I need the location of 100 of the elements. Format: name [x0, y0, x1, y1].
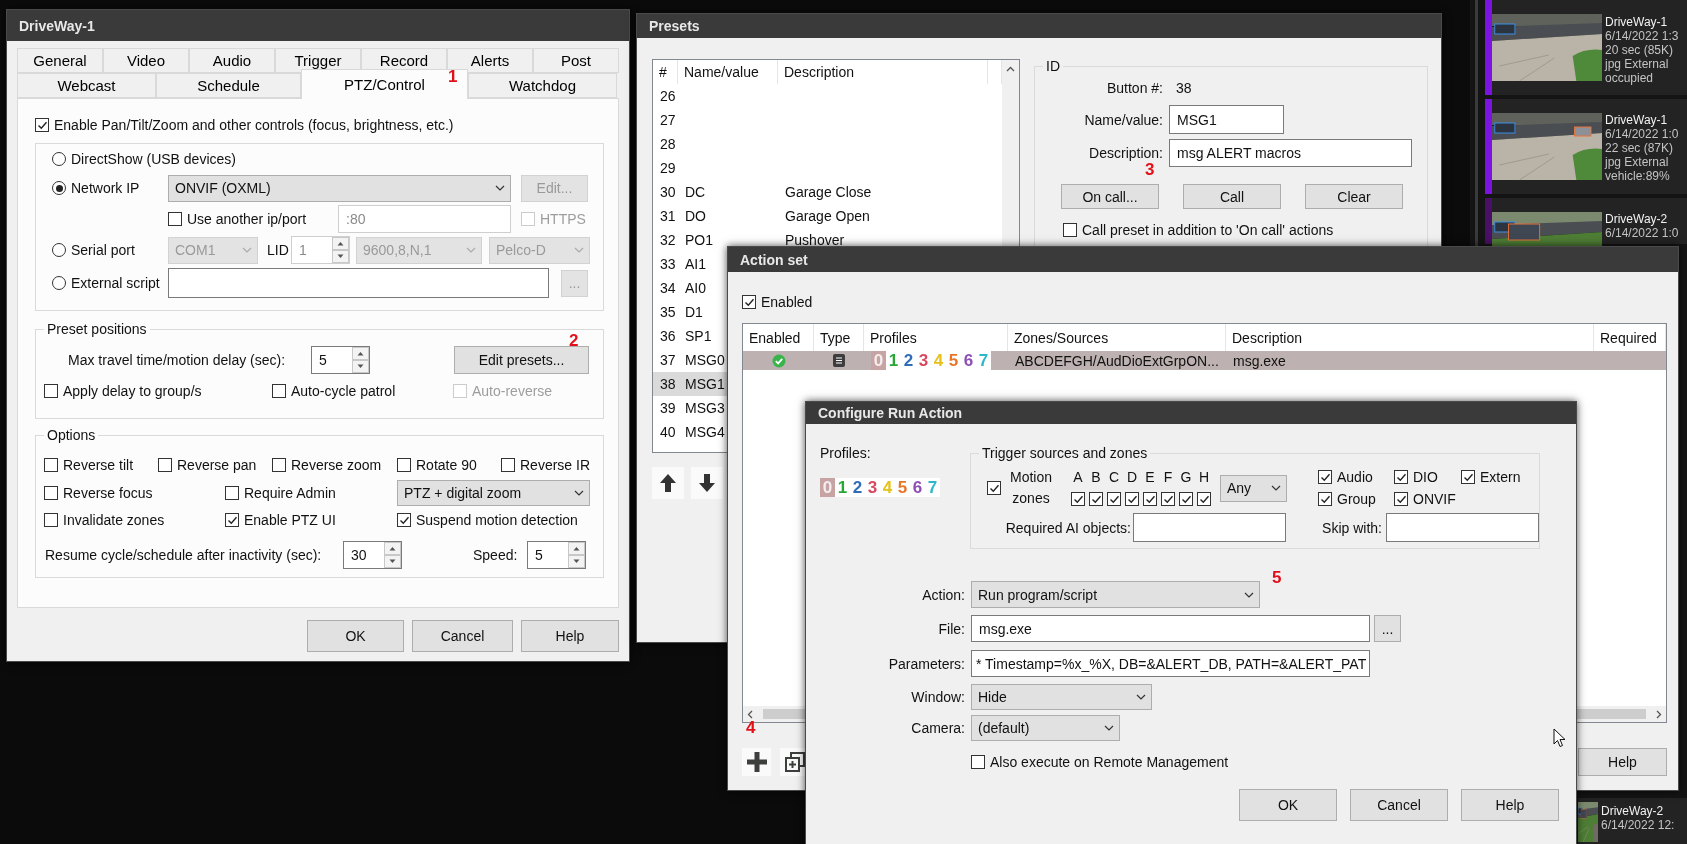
column-header[interactable]: # — [659, 64, 667, 80]
clip-item[interactable]: DriveWay-1 6/14/2022 1:0 22 sec (87K) jpg External vehicle:89% — [1485, 99, 1687, 194]
column-header[interactable]: Enabled — [749, 329, 801, 346]
column-header[interactable]: Type — [820, 329, 851, 346]
option-checkbox[interactable]: Enable PTZ UI — [225, 512, 336, 528]
column-header[interactable]: Description — [1232, 329, 1303, 346]
zone-checkbox[interactable] — [1197, 492, 1211, 506]
source-checkbox[interactable]: Group — [1318, 491, 1376, 507]
directshow-radio[interactable]: DirectShow (USB devices) — [52, 151, 236, 167]
option-checkbox[interactable]: Reverse zoom — [272, 457, 382, 473]
annotation-number: 3 — [1145, 161, 1155, 179]
zone-checkbox[interactable] — [1125, 492, 1139, 506]
dialog-button[interactable]: Help — [1461, 789, 1559, 821]
zone-checkbox[interactable] — [1071, 492, 1085, 506]
dialog-button[interactable]: Cancel — [412, 620, 513, 652]
description-field[interactable]: msg ALERT macros — [1169, 139, 1412, 167]
tab[interactable]: Post — [533, 48, 619, 73]
browse-button[interactable]: ... — [1374, 615, 1401, 642]
use-another-port-checkbox[interactable]: Use another ip/port — [168, 211, 307, 227]
speed-spinbox[interactable]: 5 — [527, 541, 586, 569]
option-checkbox[interactable]: Auto-cycle patrol — [272, 383, 396, 399]
zone-mode-dropdown[interactable]: Any — [1220, 474, 1287, 502]
profile-selector[interactable]: 0 1 2 3 4 5 6 7 — [820, 478, 940, 497]
help-button[interactable]: Help — [1578, 748, 1667, 776]
dialog-button[interactable]: Cancel — [1350, 789, 1448, 821]
preset-button[interactable]: On call... — [1061, 184, 1159, 209]
dialog-button[interactable]: Help — [521, 620, 619, 652]
profile-number[interactable]: 2 — [901, 351, 916, 370]
profile-number[interactable]: 2 — [850, 478, 865, 497]
dialog-button[interactable]: OK — [1239, 789, 1337, 821]
clip-item[interactable]: DriveWay-1 6/14/2022 1:3 20 sec (85K) jpg External occupied — [1485, 0, 1687, 95]
move-down-button[interactable] — [691, 467, 723, 499]
zone-checkbox[interactable] — [1089, 492, 1103, 506]
resume-spinbox[interactable]: 30 — [343, 541, 402, 569]
call-preset-checkbox[interactable]: Call preset in addition to 'On call' actions — [1063, 222, 1334, 238]
action-dropdown[interactable]: Run program/script — [971, 581, 1260, 608]
zone-checkbox[interactable] — [1161, 492, 1175, 506]
tab[interactable]: General — [17, 48, 103, 73]
option-checkbox[interactable]: Apply delay to group/s — [44, 383, 202, 399]
protocol-dropdown[interactable]: ONVIF (OXML) — [168, 174, 511, 202]
parameters-field[interactable]: * Timestamp=%x_%X, DB=&ALERT_DB, PATH=&ALERT_PAT — [971, 650, 1370, 677]
option-checkbox[interactable]: Reverse pan — [158, 457, 257, 473]
tab[interactable]: Watchdog — [468, 73, 617, 98]
camera-dropdown[interactable]: (default) — [971, 715, 1120, 741]
option-checkbox[interactable]: Reverse tilt — [44, 457, 134, 473]
zoom-mode-dropdown[interactable]: PTZ + digital zoom — [397, 480, 590, 506]
clip-item[interactable]: DriveWay-2 6/14/2022 12: — [1578, 798, 1687, 844]
file-label: File: — [938, 620, 965, 637]
delay-spinbox[interactable]: 5 — [311, 346, 370, 374]
option-checkbox[interactable]: Suspend motion detection — [397, 512, 578, 528]
tab[interactable]: Webcast — [17, 73, 156, 98]
preset-button[interactable]: Clear — [1305, 184, 1403, 209]
checkmark-icon — [1198, 493, 1210, 505]
table-cell: 27 — [660, 112, 676, 128]
edit-presets-button[interactable]: Edit presets... — [454, 346, 589, 374]
zone-checkbox[interactable] — [1179, 492, 1193, 506]
external-script-radio[interactable]: External script — [52, 275, 160, 291]
add-button[interactable] — [742, 748, 771, 776]
table-row[interactable]: 0 1 2 3 4 5 6 7 ABCDEFGH/AudDioExtGrpON... msg.exe — [743, 351, 1666, 370]
column-header[interactable]: Zones/Sources — [1014, 329, 1109, 346]
profile-number[interactable]: 6 — [910, 478, 925, 497]
motion-zones-checkbox[interactable]: Motion zones — [987, 467, 1056, 509]
column-header[interactable]: Required — [1600, 329, 1657, 346]
serial-port-radio[interactable]: Serial port — [52, 242, 135, 258]
enable-ptz-checkbox[interactable]: Enable Pan/Tilt/Zoom and other controls (focus, brightness, etc.) — [35, 117, 454, 133]
tab[interactable]: Audio — [189, 48, 275, 73]
source-checkbox[interactable]: Audio — [1318, 469, 1373, 485]
column-header[interactable]: Name/value — [684, 64, 759, 80]
preset-button[interactable]: Call — [1183, 184, 1281, 209]
source-checkbox[interactable]: Extern — [1461, 469, 1521, 485]
option-checkbox[interactable]: Rotate 90 — [397, 457, 477, 473]
name-field[interactable]: MSG1 — [1169, 105, 1284, 134]
table-cell: SP1 — [685, 328, 712, 344]
option-checkbox[interactable]: Invalidate zones — [44, 512, 165, 528]
zone-checkbox[interactable] — [1143, 492, 1157, 506]
column-header[interactable]: Description — [784, 64, 855, 80]
skip-with-field[interactable] — [1386, 513, 1539, 542]
zone-checkbox[interactable] — [1107, 492, 1121, 506]
profile-selector[interactable]: 0 1 2 3 4 5 6 7 — [871, 351, 991, 370]
profile-number[interactable]: 3 — [916, 351, 931, 370]
source-checkbox[interactable]: ONVIF — [1394, 491, 1456, 507]
script-field[interactable] — [168, 268, 549, 298]
enabled-checkbox[interactable]: Enabled — [742, 294, 813, 310]
profile-number[interactable]: 6 — [961, 351, 976, 370]
option-checkbox[interactable]: Require Admin — [225, 485, 336, 501]
move-up-button[interactable] — [652, 467, 684, 499]
profile-number[interactable]: 3 — [865, 478, 880, 497]
option-checkbox[interactable]: Reverse IR — [501, 457, 591, 473]
column-header[interactable]: Profiles — [870, 329, 917, 346]
tab[interactable]: Schedule — [156, 73, 301, 98]
source-checkbox[interactable]: DIO — [1394, 469, 1438, 485]
option-checkbox[interactable]: Reverse focus — [44, 485, 153, 501]
remote-checkbox[interactable]: Also execute on Remote Management — [971, 754, 1229, 770]
ai-objects-field[interactable] — [1133, 513, 1286, 542]
file-field[interactable]: msg.exe — [971, 615, 1370, 642]
window-dropdown[interactable]: Hide — [971, 684, 1152, 710]
clip-item[interactable]: DriveWay-2 6/14/2022 1:0 — [1485, 198, 1687, 244]
dialog-button[interactable]: OK — [307, 620, 404, 652]
tab[interactable]: Video — [103, 48, 189, 73]
network-ip-radio[interactable]: Network IP — [52, 180, 140, 196]
